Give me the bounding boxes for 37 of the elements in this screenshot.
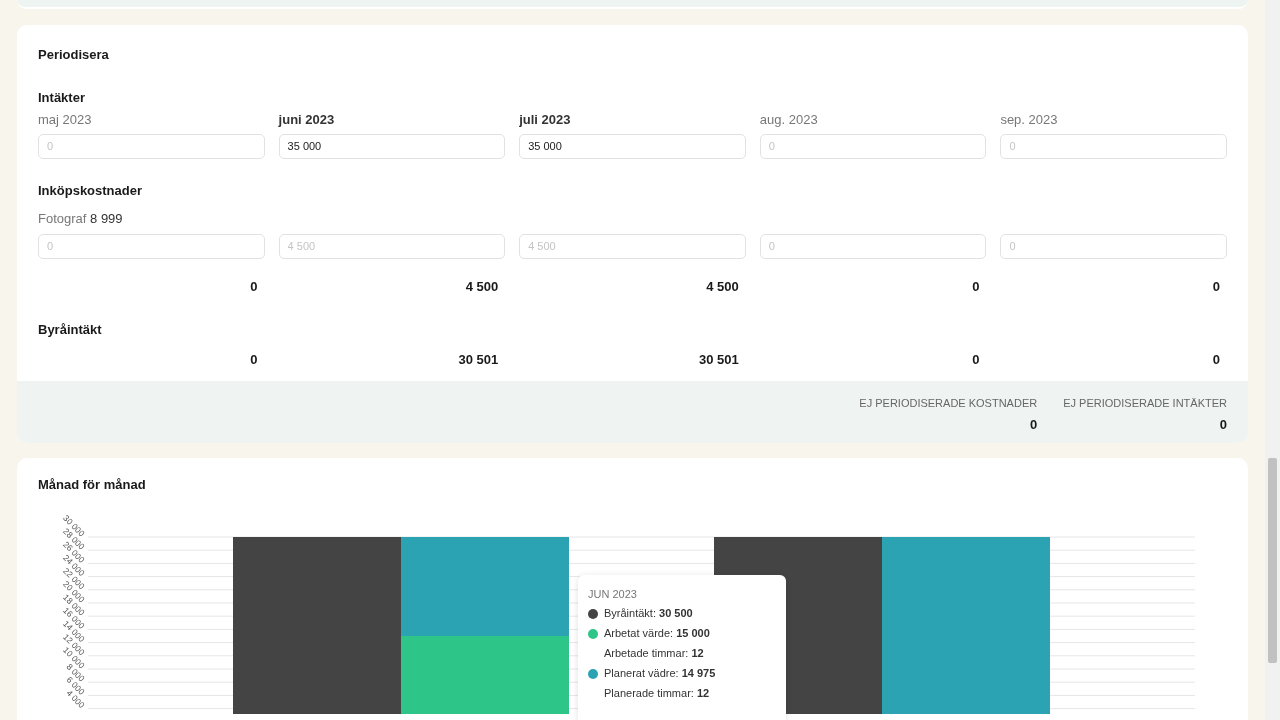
summary-label: EJ PERIODISERADE INTÄKTER <box>1063 396 1227 411</box>
tooltip-row-text: Arbetat värde: 15 000 <box>604 626 710 642</box>
income-total: 0 <box>971 350 981 369</box>
month-label: maj 2023 <box>38 111 93 129</box>
amount-field[interactable]: 35 000 <box>278 133 506 159</box>
section-title: Månad för månad <box>38 476 147 494</box>
tooltip-row-text: Planerat vädre: 14 975 <box>604 666 716 682</box>
cost-item: Fotograf 8 999 <box>38 210 124 228</box>
group-title: Inköpskostnader <box>38 181 144 200</box>
amount-field[interactable]: 4 500 <box>519 233 746 259</box>
cost-total: 4 500 <box>464 277 500 296</box>
cost-total: 0 <box>971 277 981 296</box>
amount-field[interactable]: 0 <box>1000 233 1227 259</box>
summary-value: 0 <box>1029 415 1038 434</box>
group-title: Byråintäkt <box>38 321 103 339</box>
tooltip-row-text: Planerade timmar: 12 <box>604 686 710 702</box>
month-label: sep. 2023 <box>1000 111 1059 129</box>
summary-label: EJ PERIODISERADE KOSTNADER <box>859 396 1038 411</box>
amount-field[interactable]: 0 <box>1000 133 1227 159</box>
month-label: aug. 2023 <box>759 111 819 129</box>
tooltip-row-text: Byråintäkt: 30 500 <box>604 606 693 622</box>
month-label: juli 2023 <box>519 111 572 129</box>
cost-total: 0 <box>249 277 259 296</box>
income-total: 30 501 <box>457 350 500 369</box>
month-label: juni 2023 <box>278 111 336 129</box>
income-total: 30 501 <box>698 350 740 369</box>
group-title: Intäkter <box>38 88 86 107</box>
summary-value: 0 <box>1219 415 1227 434</box>
amount-field[interactable]: 35 000 <box>519 133 746 159</box>
tooltip-title: JUN 2023 <box>588 586 638 601</box>
income-total: 0 <box>249 350 259 369</box>
cost-total: 0 <box>1211 277 1221 296</box>
section-title: Periodisera <box>38 46 110 64</box>
tooltip-row-text: Arbetade timmar: 12 <box>604 646 704 662</box>
scrollbar[interactable] <box>1265 0 1280 720</box>
income-total: 0 <box>1211 350 1221 369</box>
cost-total: 4 500 <box>705 277 740 296</box>
